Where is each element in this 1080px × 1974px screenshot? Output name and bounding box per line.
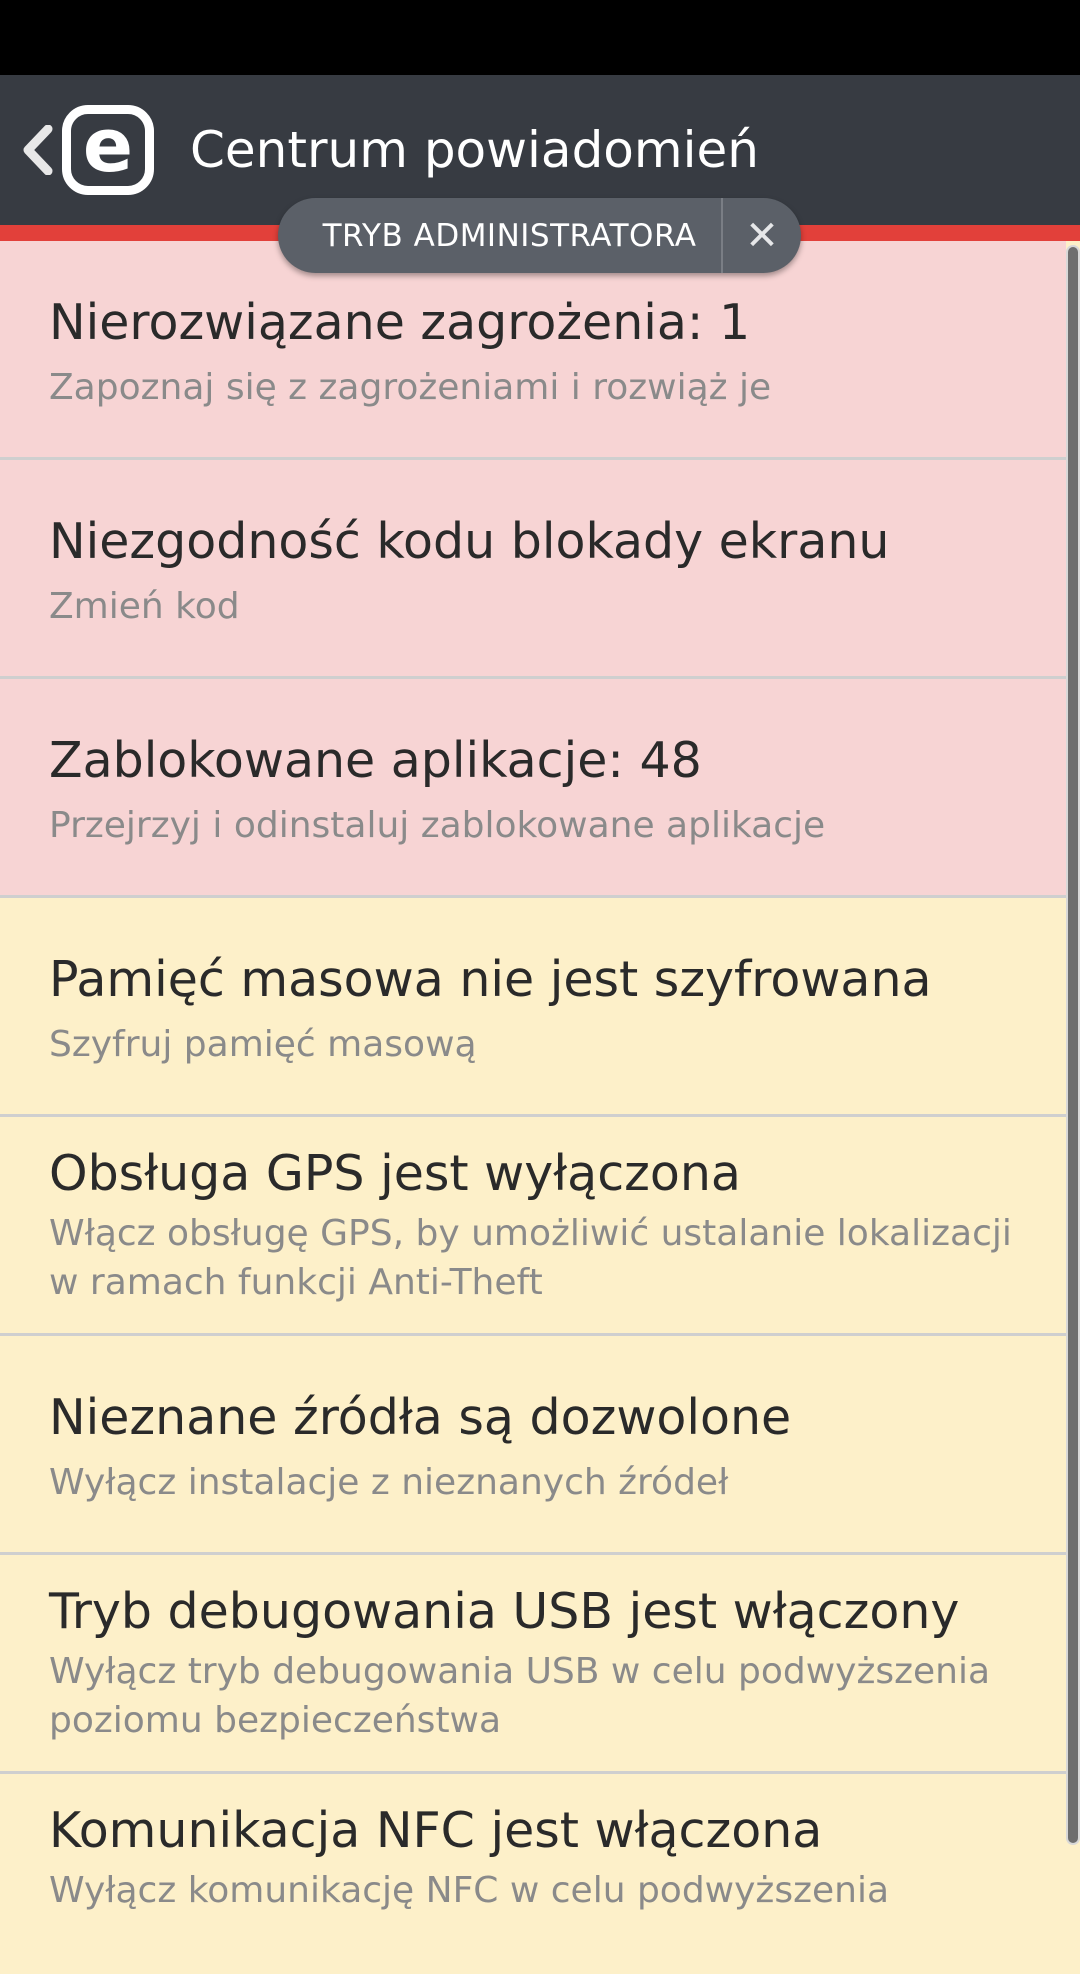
scrollbar[interactable] [1066, 245, 1080, 1845]
logo-letter: e [82, 103, 134, 189]
item-subtitle: Włącz obsługę GPS, by umożliwić ustalani… [49, 1213, 1012, 1303]
item-title: Zablokowane aplikacje: 48 [49, 732, 702, 789]
item-title: Komunikacja NFC jest włączona [49, 1802, 823, 1859]
item-subtitle: Zapoznaj się z zagrożeniami i rozwiąż je [49, 367, 772, 408]
list-item[interactable]: Zablokowane aplikacje: 48 Przejrzyj i od… [0, 679, 1066, 898]
page-title: Centrum powiadomień [190, 121, 759, 179]
list-item[interactable]: Tryb debugowania USB jest włączony Wyłąc… [0, 1555, 1066, 1774]
notification-list: Nierozwiązane zagrożenia: 1 Zapoznaj się… [0, 241, 1066, 1974]
list-item[interactable]: Obsługa GPS jest wyłączona Włącz obsługę… [0, 1117, 1066, 1336]
item-title: Niezgodność kodu blokady ekranu [49, 513, 890, 570]
admin-mode-banner: TRYB ADMINISTRATORA ✕ [278, 198, 801, 273]
item-title: Tryb debugowania USB jest włączony [49, 1583, 960, 1640]
close-icon[interactable]: ✕ [723, 198, 801, 273]
list-item[interactable]: Nierozwiązane zagrożenia: 1 Zapoznaj się… [0, 241, 1066, 460]
eset-logo-icon[interactable]: e [62, 105, 154, 195]
item-title: Pamięć masowa nie jest szyfrowana [49, 951, 932, 1008]
item-subtitle: Szyfruj pamięć masową [49, 1024, 477, 1065]
item-subtitle: Przejrzyj i odinstaluj zablokowane aplik… [49, 805, 826, 846]
scrollbar-thumb[interactable] [1068, 247, 1078, 1843]
list-item[interactable]: Niezgodność kodu blokady ekranu Zmień ko… [0, 460, 1066, 679]
list-item[interactable]: Komunikacja NFC jest włączona Wyłącz kom… [0, 1774, 1066, 1974]
back-chevron-icon[interactable] [20, 125, 54, 175]
admin-mode-label[interactable]: TRYB ADMINISTRATORA [278, 218, 721, 254]
item-subtitle: Wyłącz instalacje z nieznanych źródeł [49, 1462, 729, 1503]
item-title: Obsługa GPS jest wyłączona [49, 1145, 741, 1202]
item-subtitle: Wyłącz komunikację NFC w celu podwyższen… [49, 1870, 890, 1911]
status-bar [0, 0, 1080, 75]
item-subtitle: Zmień kod [49, 586, 240, 627]
list-item[interactable]: Pamięć masowa nie jest szyfrowana Szyfru… [0, 898, 1066, 1117]
item-title: Nieznane źródła są dozwolone [49, 1389, 792, 1446]
item-title: Nierozwiązane zagrożenia: 1 [49, 294, 751, 351]
list-item[interactable]: Nieznane źródła są dozwolone Wyłącz inst… [0, 1336, 1066, 1555]
item-subtitle: Wyłącz tryb debugowania USB w celu podwy… [49, 1651, 991, 1741]
